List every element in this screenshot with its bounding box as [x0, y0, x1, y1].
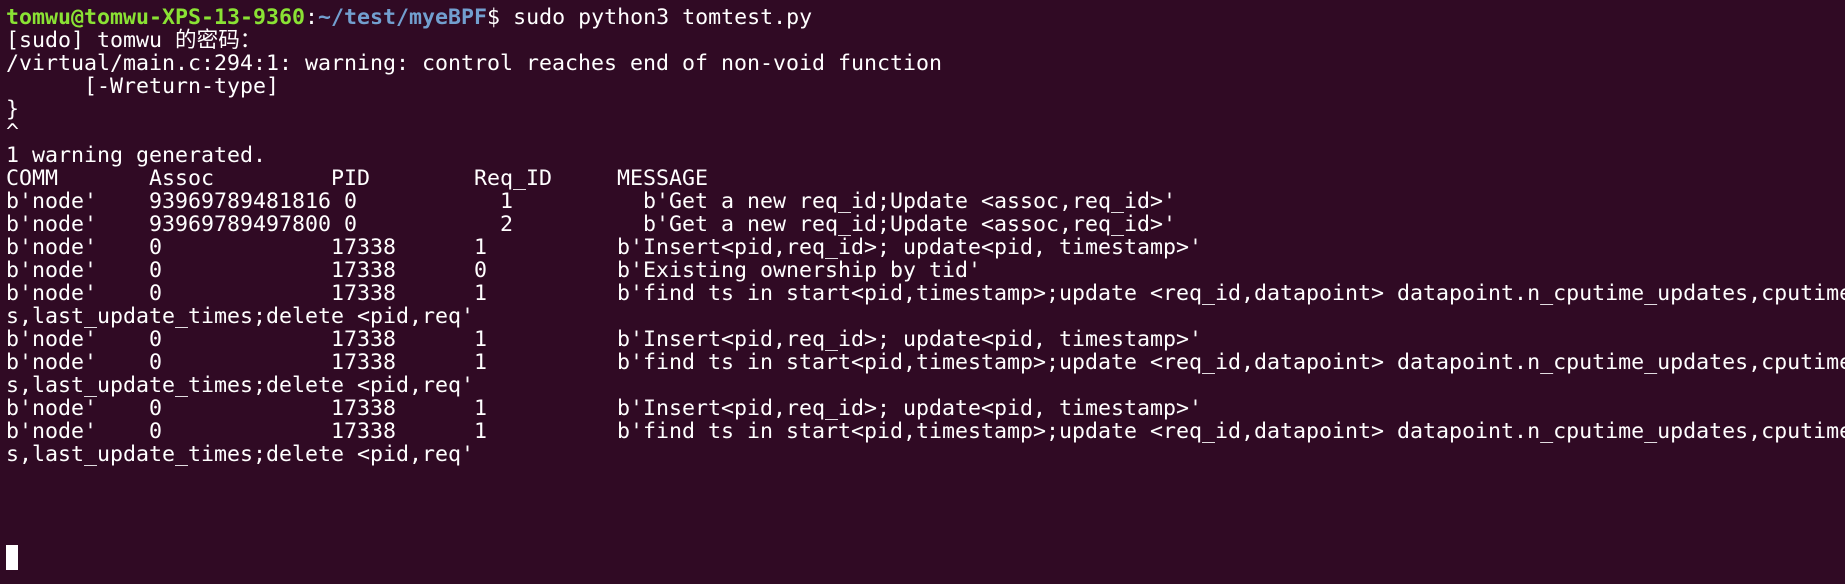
prompt-path: ~/test/myeBPF [318, 5, 488, 30]
table-row-continuation: s,last_update_times;delete <pid,req' [6, 442, 475, 467]
prompt-separator: : [305, 5, 319, 30]
terminal-window[interactable]: tomwu@tomwu-XPS-13-9360:~/test/myeBPF$ s… [0, 0, 1845, 584]
prompt-symbol: $ [487, 5, 514, 30]
command-text: sudo python3 tomtest.py [513, 5, 813, 30]
terminal-cursor [6, 545, 18, 570]
warning-flag-line: [-Wreturn-type] [6, 74, 280, 99]
